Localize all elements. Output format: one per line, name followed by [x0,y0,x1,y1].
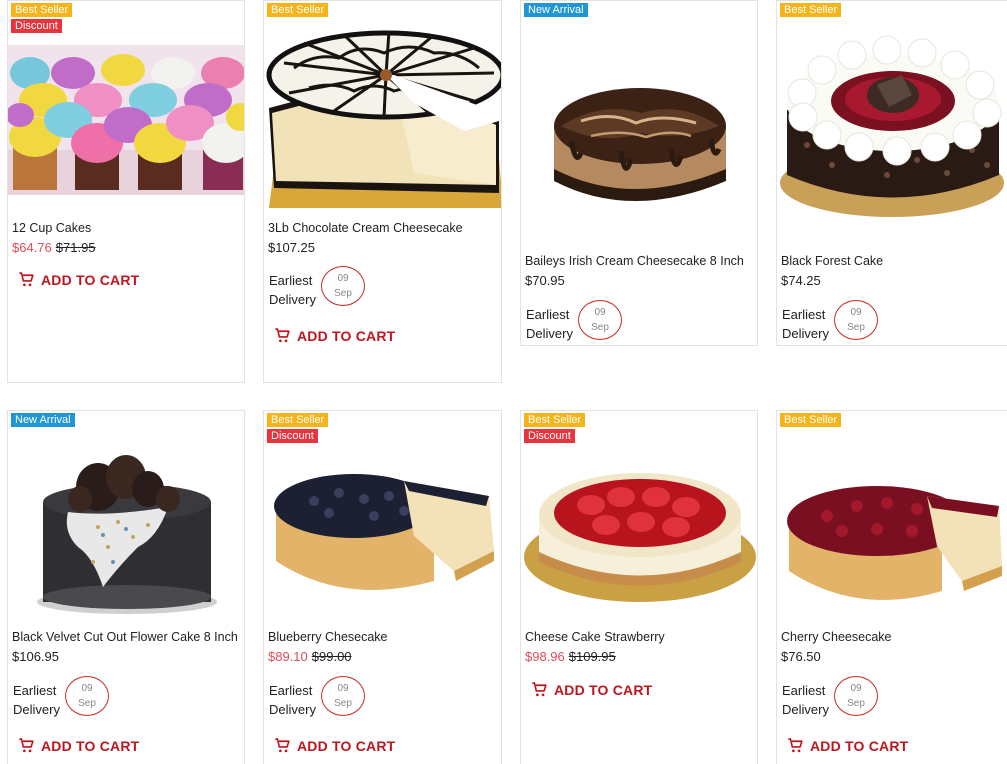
product-card[interactable]: New Arrival Black Velvet Cut Out Flower … [7,410,245,764]
product-image-black-velvet[interactable] [8,437,244,617]
cart-icon [19,272,34,287]
delivery-label-delivery: Delivery [13,702,60,717]
product-image-black-forest[interactable] [777,15,1007,225]
original-price: $71.95 [55,240,96,255]
add-to-cart-label: ADD TO CART [297,327,396,344]
original-price: $109.95 [568,649,616,664]
delivery-date-badge: 09 Sep [578,300,622,340]
delivery-month: Sep [334,698,352,709]
best-seller-badge: Best Seller [11,3,73,17]
product-name[interactable]: Baileys Irish Cream Cheesecake 8 Inch [525,254,744,268]
best-seller-badge: Best Seller [780,413,842,427]
product-card[interactable]: Best Seller Discount Cheese Cake Strawbe… [520,410,758,764]
add-to-cart-button[interactable]: ADD TO CART [274,327,395,344]
delivery-date-badge: 09 Sep [65,676,109,716]
product-card[interactable]: Best Seller 3Lb Chocolate Cream Cheeseca… [263,0,502,383]
delivery-label-earliest: Earliest [269,683,313,698]
cart-icon [19,738,34,753]
product-card[interactable]: Best Seller Discount 12 Cup Cakes $64.76… [7,0,245,383]
delivery-month: Sep [591,322,609,333]
discount-badge: Discount [11,19,62,33]
delivery-day: 09 [850,307,862,318]
price: $70.95 [525,273,565,288]
cart-icon [788,738,803,753]
add-to-cart-label: ADD TO CART [554,681,653,698]
add-to-cart-button[interactable]: ADD TO CART [18,737,139,754]
delivery-label-delivery: Delivery [269,292,316,307]
price: $76.50 [781,649,821,664]
product-image-baileys-cheesecake[interactable] [521,41,757,241]
delivery-date-badge: 09 Sep [834,300,878,340]
original-price: $99.00 [311,649,352,664]
add-to-cart-button[interactable]: ADD TO CART [531,681,652,698]
sale-price: $89.10 [268,649,308,664]
delivery-date-badge: 09 Sep [321,676,365,716]
delivery-label-delivery: Delivery [269,702,316,717]
best-seller-badge: Best Seller [780,3,842,17]
best-seller-badge: Best Seller [267,3,329,17]
product-name[interactable]: 12 Cup Cakes [12,221,91,235]
delivery-day: 09 [81,683,93,694]
delivery-label-earliest: Earliest [269,273,313,288]
best-seller-badge: Best Seller [524,413,586,427]
delivery-month: Sep [847,322,865,333]
sale-price: $64.76 [12,240,52,255]
product-card[interactable]: Best Seller Discount Blueberry Chesecake… [263,410,502,764]
delivery-label-delivery: Delivery [526,326,573,341]
product-name[interactable]: Cheese Cake Strawberry [525,630,665,644]
delivery-label-earliest: Earliest [782,307,826,322]
delivery-month: Sep [334,288,352,299]
price: $107.25 [268,240,315,255]
delivery-day: 09 [337,683,349,694]
new-arrival-badge: New Arrival [11,413,75,427]
add-to-cart-button[interactable]: ADD TO CART [274,737,395,754]
add-to-cart-label: ADD TO CART [810,737,909,754]
product-image-blueberry[interactable] [264,451,501,611]
add-to-cart-label: ADD TO CART [297,737,396,754]
delivery-date-badge: 09 Sep [321,266,365,306]
product-image-chocolate-cheesecake[interactable] [264,13,501,208]
product-card[interactable]: Best Seller Black Forest Cake $74.25 Ear… [776,0,1007,346]
product-card[interactable]: New Arrival Baileys Irish Cream Cheeseca… [520,0,758,346]
cart-icon [275,738,290,753]
product-name[interactable]: Cherry Cheesecake [781,630,891,644]
delivery-day: 09 [337,273,349,284]
delivery-day: 09 [594,307,606,318]
discount-badge: Discount [524,429,575,443]
cart-icon [275,328,290,343]
add-to-cart-button[interactable]: ADD TO CART [18,271,139,288]
best-seller-badge: Best Seller [267,413,329,427]
cart-icon [532,682,547,697]
product-name[interactable]: Blueberry Chesecake [268,630,388,644]
price: $106.95 [12,649,59,664]
product-image-cherry[interactable] [777,451,1007,611]
delivery-label-earliest: Earliest [526,307,570,322]
product-name[interactable]: 3Lb Chocolate Cream Cheesecake [268,221,463,235]
add-to-cart-label: ADD TO CART [41,737,140,754]
delivery-label-earliest: Earliest [782,683,826,698]
new-arrival-badge: New Arrival [524,3,588,17]
add-to-cart-button[interactable]: ADD TO CART [787,737,908,754]
product-image-cupcakes[interactable] [8,45,244,195]
product-name[interactable]: Black Velvet Cut Out Flower Cake 8 Inch [12,630,238,644]
delivery-date-badge: 09 Sep [834,676,878,716]
delivery-month: Sep [78,698,96,709]
product-name[interactable]: Black Forest Cake [781,254,883,268]
product-card[interactable]: Best Seller Cherry Cheesecake $76.50 Ear… [776,410,1007,764]
product-image-strawberry[interactable] [521,447,757,617]
delivery-label-delivery: Delivery [782,702,829,717]
delivery-day: 09 [850,683,862,694]
sale-price: $98.96 [525,649,565,664]
delivery-month: Sep [847,698,865,709]
discount-badge: Discount [267,429,318,443]
price: $74.25 [781,273,821,288]
delivery-label-earliest: Earliest [13,683,57,698]
delivery-label-delivery: Delivery [782,326,829,341]
add-to-cart-label: ADD TO CART [41,271,140,288]
